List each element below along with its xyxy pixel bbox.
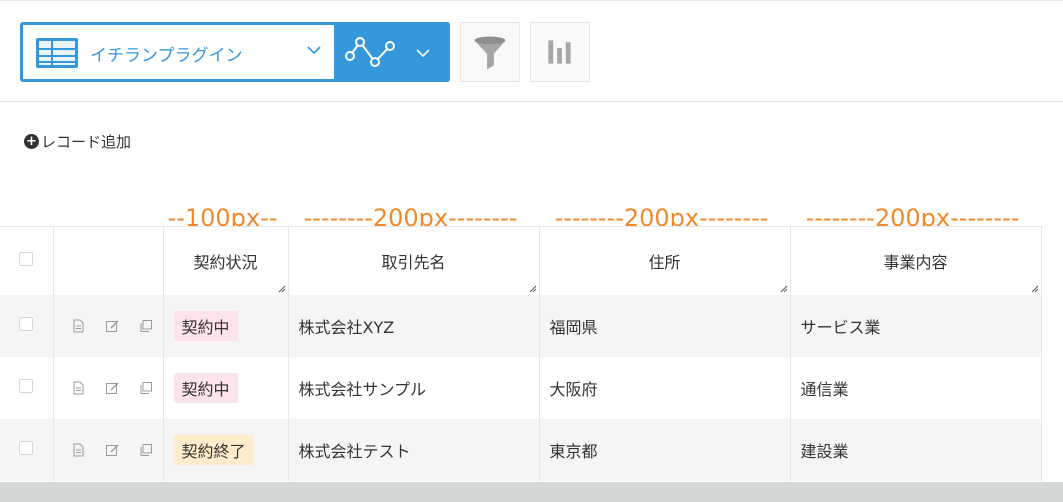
copy-icon[interactable] xyxy=(139,381,153,395)
actions-header xyxy=(53,226,164,295)
status-badge: 契約終了 xyxy=(173,434,254,465)
list-view-icon xyxy=(36,38,78,68)
address-cell: 大阪府 xyxy=(539,356,791,419)
chevron-down-icon xyxy=(307,46,321,55)
view-dropdown[interactable]: イチランプラグイン xyxy=(23,25,334,79)
row-checkbox[interactable] xyxy=(19,317,34,331)
business-cell: 通信業 xyxy=(790,356,1042,419)
status-badge: 契約中 xyxy=(173,310,238,341)
add-record-link[interactable]: + レコード追加 xyxy=(24,131,131,151)
column-header-company[interactable]: 取引先名 xyxy=(288,226,540,295)
status-badge: 契約中 xyxy=(173,372,238,403)
resize-handle-icon[interactable] xyxy=(780,285,788,293)
row-checkbox[interactable] xyxy=(19,379,34,393)
document-icon[interactable] xyxy=(71,443,85,457)
line-graph-icon[interactable] xyxy=(345,36,397,68)
address-cell: 東京都 xyxy=(539,418,791,481)
edit-icon[interactable] xyxy=(105,443,119,457)
table-header-row: 契約状況 取引先名 住所 事業内容 xyxy=(0,226,1042,295)
chevron-down-icon[interactable] xyxy=(416,46,430,60)
column-header-status[interactable]: 契約状況 xyxy=(163,226,289,295)
column-header-address[interactable]: 住所 xyxy=(539,226,791,295)
column-header-label: 取引先名 xyxy=(381,252,446,272)
resize-handle-icon[interactable] xyxy=(1031,285,1039,293)
table-row: 契約中 株式会社XYZ 福岡県 サービス業 xyxy=(0,294,1042,357)
row-select-cell xyxy=(0,294,54,357)
filter-button[interactable] xyxy=(460,22,520,82)
row-actions xyxy=(53,418,164,481)
resize-handle-icon[interactable] xyxy=(278,285,286,293)
column-header-label: 契約状況 xyxy=(193,252,258,272)
select-all-checkbox[interactable] xyxy=(19,252,34,267)
status-cell: 契約中 xyxy=(163,294,289,357)
document-icon[interactable] xyxy=(71,319,85,333)
horizontal-scrollbar[interactable] xyxy=(0,482,1063,502)
column-header-label: 事業内容 xyxy=(883,252,948,272)
column-header-label: 住所 xyxy=(648,252,681,272)
plus-circle-icon: + xyxy=(24,133,39,149)
column-header-business[interactable]: 事業内容 xyxy=(790,226,1042,295)
app-toolbar: イチランプラグイン xyxy=(0,0,1063,102)
resize-handle-icon[interactable] xyxy=(529,285,537,293)
company-cell: 株式会社サンプル xyxy=(288,356,540,419)
company-cell: 株式会社XYZ xyxy=(288,294,540,357)
copy-icon[interactable] xyxy=(139,443,153,457)
row-select-cell xyxy=(0,418,54,481)
row-checkbox[interactable] xyxy=(19,441,34,455)
document-icon[interactable] xyxy=(71,381,85,395)
row-actions xyxy=(53,294,164,357)
row-actions xyxy=(53,356,164,419)
status-cell: 契約終了 xyxy=(163,418,289,481)
view-selector[interactable]: イチランプラグイン xyxy=(20,22,450,82)
add-record-label: レコード追加 xyxy=(41,132,132,151)
bar-chart-icon xyxy=(548,40,571,64)
graph-button[interactable] xyxy=(530,22,590,82)
edit-icon[interactable] xyxy=(105,381,119,395)
edit-icon[interactable] xyxy=(105,319,119,333)
view-name: イチランプラグイン xyxy=(90,46,243,66)
filter-icon xyxy=(474,36,506,70)
copy-icon[interactable] xyxy=(139,319,153,333)
status-cell: 契約中 xyxy=(163,356,289,419)
select-all-cell xyxy=(0,226,54,295)
address-cell: 福岡県 xyxy=(539,294,791,357)
business-cell: サービス業 xyxy=(790,294,1042,357)
business-cell: 建設業 xyxy=(790,418,1042,481)
record-table: 契約状況 取引先名 住所 事業内容 契約中 株式会社XYZ 福岡県 サービス業 xyxy=(0,226,1042,481)
table-row: 契約中 株式会社サンプル 大阪府 通信業 xyxy=(0,356,1042,419)
table-row: 契約終了 株式会社テスト 東京都 建設業 xyxy=(0,418,1042,481)
company-cell: 株式会社テスト xyxy=(288,418,540,481)
row-select-cell xyxy=(0,356,54,419)
